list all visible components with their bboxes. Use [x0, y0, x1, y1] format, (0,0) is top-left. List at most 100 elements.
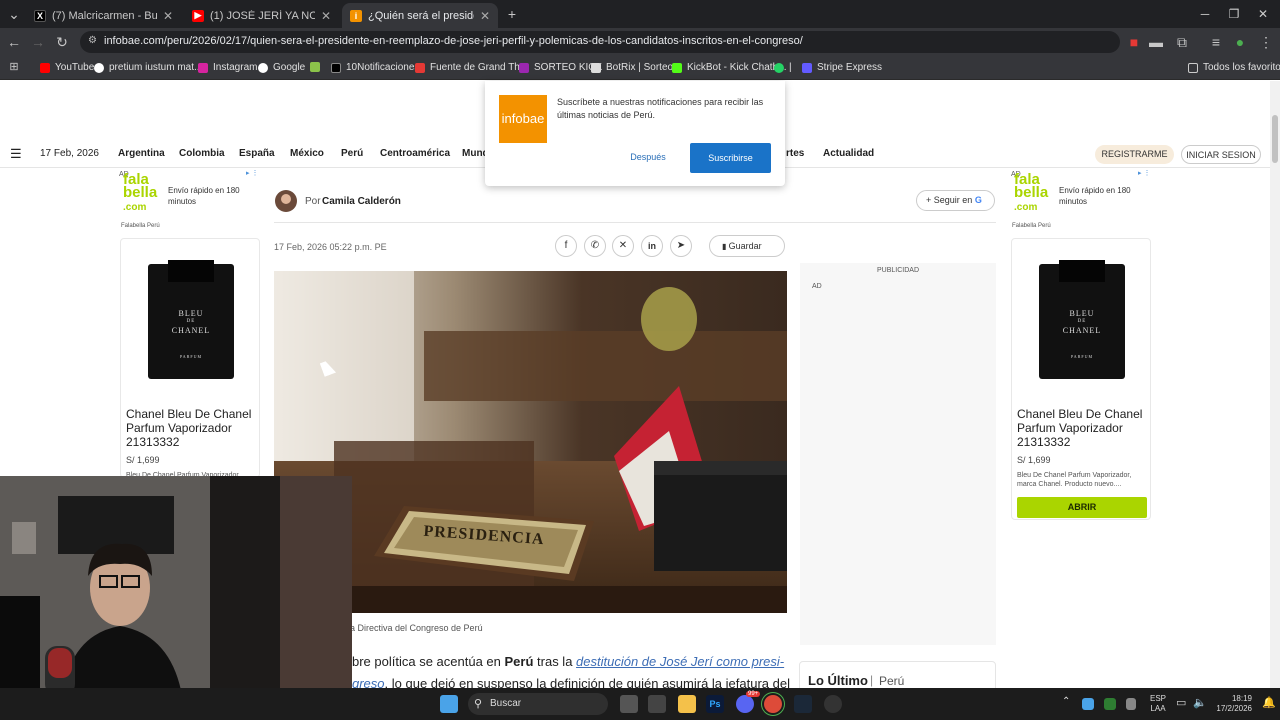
tab-search-icon[interactable]: ⌄ [4, 4, 24, 24]
bookmark-item[interactable]: | [774, 62, 792, 73]
linkedin-icon[interactable]: in [641, 235, 663, 257]
bookmark-item[interactable] [310, 62, 325, 72]
bookmark-item[interactable]: Stripe Express [802, 62, 882, 73]
ad-product-title[interactable]: Chanel Bleu De Chanel Parfum Vaporizador… [1017, 407, 1147, 449]
whatsapp-icon[interactable]: ✆ [584, 235, 606, 257]
close-icon[interactable]: ✕ [480, 9, 490, 23]
falabella-logo[interactable]: fala bella .com [123, 172, 157, 214]
login-button[interactable]: INICIAR SESION [1181, 145, 1261, 164]
ad-choices-icon[interactable]: ▸ ⋮ [246, 169, 258, 177]
notification-bell-icon[interactable]: 🔔 [1262, 696, 1276, 709]
network-icon[interactable]: ▭ [1176, 696, 1186, 709]
minimize-icon[interactable]: ─ [1190, 4, 1220, 24]
menu-icon[interactable]: ⋮ [1256, 32, 1276, 52]
nav-colombia[interactable]: Colombia [179, 148, 225, 159]
tab-x[interactable]: X (7) Malcricarmen - Buscar / X ✕ [26, 3, 181, 28]
reload-icon[interactable]: ↻ [52, 32, 72, 52]
save-button[interactable]: ▮ Guardar [709, 235, 785, 257]
app-icon[interactable] [824, 695, 842, 713]
close-icon[interactable]: ✕ [163, 9, 173, 23]
ad-label: AD [812, 283, 822, 290]
bookmark-item[interactable]: YouTube [40, 62, 94, 73]
windows-start-icon[interactable] [440, 695, 458, 713]
bookmark-label: pretium iustum mat... [109, 62, 203, 73]
task-view-icon[interactable] [620, 695, 638, 713]
apps-icon[interactable]: ⊞ [4, 57, 24, 77]
bookmark-item[interactable]: KickBot - Kick Chatb... [672, 62, 786, 73]
avatar[interactable]: ● [1230, 32, 1250, 52]
xbox-icon[interactable] [1104, 698, 1116, 710]
clock[interactable]: 18:19 17/2/2026 [1212, 694, 1252, 714]
subscribe-button[interactable]: Suscribirse [690, 143, 771, 173]
tab-infobae[interactable]: i ¿Quién será el presidente en re ✕ [342, 3, 498, 28]
extensions-puzzle-icon[interactable]: ⧉ [1172, 32, 1192, 52]
app-icon[interactable] [648, 695, 666, 713]
nav-deportes[interactable]: rtes [786, 148, 804, 159]
scrollbar-thumb[interactable] [1272, 115, 1278, 163]
bookmark-item[interactable]: BotRix | Sorteos [591, 62, 678, 73]
close-icon[interactable]: ✕ [321, 9, 331, 23]
kick-icon [672, 62, 682, 73]
hamburger-menu-icon[interactable]: ☰ [10, 146, 22, 162]
bookmark-item[interactable]: Google [258, 62, 305, 73]
discord-icon[interactable] [736, 695, 754, 713]
extension-icon[interactable]: ▬ [1146, 32, 1166, 52]
author-prefix: Por [305, 196, 321, 207]
new-tab-icon[interactable]: + [502, 4, 522, 24]
scrollbar[interactable] [1270, 81, 1280, 688]
volume-icon[interactable]: 🔈 [1193, 696, 1207, 709]
back-icon[interactable]: ← [4, 32, 24, 52]
nav-peru[interactable]: Perú [341, 148, 363, 159]
plus-icon: + [926, 195, 934, 205]
lang-line1: ESP [1150, 694, 1167, 703]
photoshop-icon[interactable]: Ps [706, 695, 724, 713]
nav-centroamerica[interactable]: Centroamérica [380, 148, 450, 159]
steam-icon[interactable] [794, 695, 812, 713]
ad-product-title[interactable]: Chanel Bleu De Chanel Parfum Vaporizador… [126, 407, 254, 449]
site-info-icon[interactable]: ⚙ [88, 35, 97, 46]
address-bar[interactable]: ⚙ infobae.com/peru/2026/02/17/quien-sera… [80, 31, 1120, 53]
nav-mexico[interactable]: México [290, 148, 324, 159]
url-text[interactable]: infobae.com/peru/2026/02/17/quien-sera-e… [104, 35, 803, 47]
facebook-icon[interactable]: f [555, 235, 577, 257]
article-link[interactable]: destitución de José Jerí como presi- [576, 654, 784, 669]
register-button[interactable]: REGISTRARME [1095, 145, 1174, 164]
all-bookmarks[interactable]: Todos los favoritos [1188, 62, 1280, 73]
nav-actualidad[interactable]: Actualidad [823, 148, 874, 159]
bookmark-item[interactable]: SORTEO KICK [519, 62, 602, 73]
nav-argentina[interactable]: Argentina [118, 148, 165, 159]
nav-espana[interactable]: España [239, 148, 275, 159]
forward-icon[interactable]: → [28, 32, 48, 52]
open-ad-button[interactable]: ABRIR [1017, 497, 1147, 518]
onedrive-icon[interactable] [1082, 698, 1094, 710]
taskbar-search[interactable]: ⚲ Buscar [468, 693, 608, 715]
language-indicator[interactable]: ESP LAA [1150, 694, 1166, 714]
author-name[interactable]: Camila Calderón [322, 196, 401, 207]
bookmark-item[interactable]: Instagram [198, 62, 257, 73]
media-icon[interactable]: ≡ [1206, 32, 1226, 52]
bookmark-item[interactable]: pretium iustum mat... [94, 62, 202, 73]
article-text: tras la [533, 654, 577, 669]
bookmark-label: Instagram [213, 62, 258, 73]
close-window-icon[interactable]: ✕ [1248, 4, 1278, 24]
tray-chevron-icon[interactable]: ⌃ [1062, 696, 1070, 707]
x-share-icon[interactable]: ✕ [612, 235, 634, 257]
bookmarks-bar: ⊞ YouTube pretium iustum mat... Instagra… [0, 56, 1280, 80]
chrome-icon[interactable] [764, 695, 782, 713]
file-explorer-icon[interactable] [678, 695, 696, 713]
extension-icon[interactable]: ■ [1124, 32, 1144, 52]
microphone-icon[interactable] [1126, 698, 1136, 710]
later-button[interactable]: Después [617, 152, 679, 162]
falabella-logo[interactable]: fala bella .com [1014, 172, 1048, 214]
latest-section[interactable]: Perú [879, 674, 904, 688]
telegram-icon[interactable]: ➤ [670, 235, 692, 257]
restore-icon[interactable]: ❐ [1219, 4, 1249, 24]
article-link[interactable]: greso [352, 676, 385, 688]
bookmark-item[interactable]: 10Notificaciones [331, 62, 419, 73]
tab-youtube[interactable]: ▶ (1) JOSÉ JERÍ YA NO ES PRESIDE ✕ [184, 3, 339, 28]
ad-choices-icon[interactable]: ▸ ⋮ [1138, 169, 1150, 177]
bookmark-item[interactable]: Fuente de Grand Th... [415, 62, 528, 73]
author-avatar[interactable] [275, 190, 297, 212]
bookmark-label: | [789, 62, 792, 73]
follow-google-button[interactable]: + Seguir en G [916, 190, 995, 211]
